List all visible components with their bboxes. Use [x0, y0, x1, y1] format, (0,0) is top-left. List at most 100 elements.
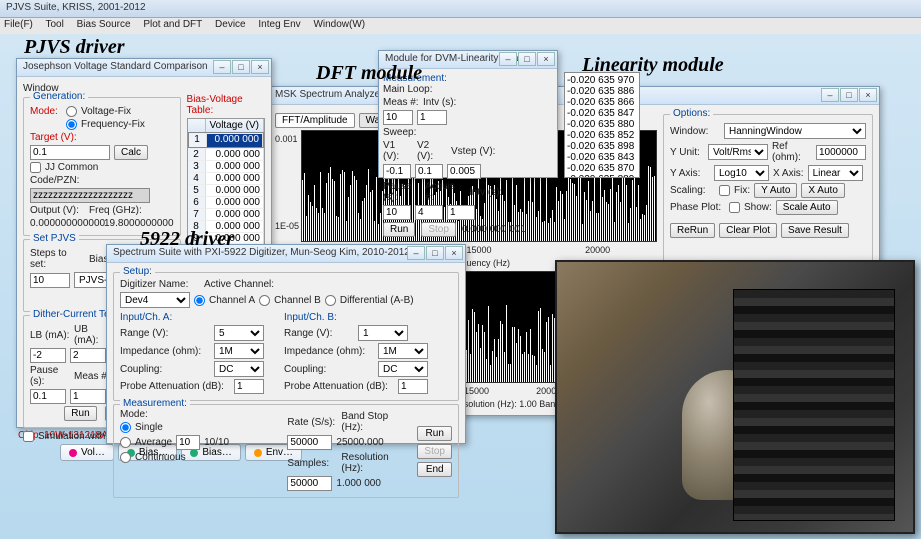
inp-ub[interactable]: [70, 348, 106, 363]
inp-probe-b[interactable]: [398, 379, 428, 394]
sel-range-b[interactable]: 1: [358, 325, 408, 341]
max-icon[interactable]: □: [232, 60, 250, 74]
max-icon[interactable]: □: [840, 88, 858, 102]
rad-voltfix[interactable]: [66, 106, 77, 117]
btn-clearplot[interactable]: Clear Plot: [719, 223, 777, 238]
lin-v1[interactable]: [383, 164, 411, 179]
min-icon[interactable]: –: [821, 88, 839, 102]
lin-run[interactable]: Run: [383, 222, 415, 237]
lbl-voltfix: Voltage-Fix: [81, 106, 131, 117]
btn-5922-run[interactable]: Run: [417, 426, 452, 441]
min-icon[interactable]: –: [499, 52, 517, 66]
lin-intv[interactable]: [417, 110, 447, 125]
rad-single[interactable]: [120, 422, 131, 433]
lin-value-list[interactable]: -0.020 635 970-0.020 635 886-0.020 635 8…: [564, 72, 640, 178]
menu-bias[interactable]: Bias Source: [77, 19, 131, 30]
menubar[interactable]: File(F) Tool Bias Source Plot and DFT De…: [0, 18, 921, 34]
menu-integ[interactable]: Integ Env: [258, 19, 300, 30]
bvt-row[interactable]: 50.000 000: [188, 184, 264, 196]
lin-stop[interactable]: Stop: [421, 222, 456, 237]
inp-target[interactable]: [30, 145, 110, 160]
btn-run[interactable]: Run: [64, 406, 96, 421]
bvt-row[interactable]: 80.000 000: [188, 220, 264, 232]
menu-window[interactable]: Window(W): [313, 19, 365, 30]
lbl-chb: Channel B: [274, 295, 321, 306]
inp-lb[interactable]: [30, 348, 66, 363]
sel-imp-b[interactable]: 1M: [378, 343, 428, 359]
inp-samples[interactable]: [287, 476, 332, 491]
rad-cha[interactable]: [194, 295, 205, 306]
sel-window[interactable]: HanningWindow: [724, 123, 866, 139]
sel-yaxis[interactable]: Log10: [714, 165, 769, 181]
lin-intv2[interactable]: [447, 205, 475, 220]
inp-steps[interactable]: [30, 273, 70, 288]
btn-calc[interactable]: Calc: [114, 145, 148, 160]
btn-rerun[interactable]: ReRun: [670, 223, 715, 238]
lin-pause[interactable]: [383, 205, 411, 220]
rad-avg[interactable]: [120, 437, 131, 448]
menu-device[interactable]: Device: [215, 19, 246, 30]
inp-rate[interactable]: [287, 435, 332, 450]
bvt-row[interactable]: 20.000 000: [188, 148, 264, 160]
bvt-row[interactable]: 90.000 000: [188, 232, 264, 244]
bvt-row[interactable]: 40.000 000: [188, 172, 264, 184]
bvt-row[interactable]: 30.000 000: [188, 160, 264, 172]
rad-chb[interactable]: [259, 295, 270, 306]
close-icon[interactable]: ×: [537, 52, 555, 66]
sel-range-a[interactable]: 5: [214, 325, 264, 341]
btn-xauto[interactable]: X Auto: [801, 183, 844, 198]
bvt-row[interactable]: 10.000 000: [188, 132, 264, 148]
sel-coup-a[interactable]: DC: [214, 361, 264, 377]
lin-list-item: -0.020 635 852: [567, 130, 637, 141]
lab-photo: [555, 260, 915, 534]
close-icon[interactable]: ×: [251, 60, 269, 74]
inp-ref[interactable]: [816, 145, 866, 160]
min-icon[interactable]: –: [213, 60, 231, 74]
inp-probe-a[interactable]: [234, 379, 264, 394]
btn-saveresult[interactable]: Save Result: [781, 223, 849, 238]
d5922-setup: Setup:: [120, 266, 155, 277]
sel-coup-b[interactable]: DC: [378, 361, 428, 377]
sel-yunit[interactable]: Volt/Rms: [708, 144, 768, 160]
sel-imp-a[interactable]: 1M: [214, 343, 264, 359]
rad-freqfix[interactable]: [66, 119, 77, 130]
max-icon[interactable]: □: [426, 246, 444, 260]
lin-measn[interactable]: [383, 110, 413, 125]
lin-titlebar[interactable]: Module for DVM-Linearity Evaluation –□×: [379, 51, 557, 69]
inp-avg-a[interactable]: [176, 435, 200, 450]
close-icon[interactable]: ×: [445, 246, 463, 260]
inp-code[interactable]: [30, 188, 150, 203]
lbl-fix: Fix:: [734, 185, 750, 196]
chk-sim[interactable]: [23, 431, 34, 442]
menu-tool[interactable]: Tool: [46, 19, 64, 30]
chk-jj[interactable]: [30, 162, 41, 173]
lbl-scaling: Scaling:: [670, 185, 715, 196]
chk-show[interactable]: [729, 202, 740, 213]
sel-dig[interactable]: Dev4: [120, 292, 190, 308]
inp-pause[interactable]: [30, 389, 66, 404]
sel-xaxis[interactable]: Linear: [808, 165, 863, 181]
lbl-xaxis: X Axis:: [773, 168, 804, 179]
inp-meas[interactable]: [70, 389, 106, 404]
min-icon[interactable]: –: [407, 246, 425, 260]
btn-yauto[interactable]: Y Auto: [754, 183, 797, 198]
rad-diff[interactable]: [325, 295, 336, 306]
chk-fix[interactable]: [719, 185, 730, 196]
lin-acq[interactable]: [415, 205, 443, 220]
menu-file[interactable]: File(F): [4, 19, 33, 30]
xtick: 15000: [464, 386, 489, 396]
btn-5922-end[interactable]: End: [417, 462, 452, 477]
lin-vstep[interactable]: [447, 164, 481, 179]
lin-v2[interactable]: [415, 164, 443, 179]
d5922-titlebar[interactable]: Spectrum Suite with PXI-5922 Digitizer, …: [107, 245, 465, 263]
bvt-row[interactable]: 70.000 000: [188, 208, 264, 220]
tab-fft[interactable]: FFT/Amplitude: [275, 113, 355, 128]
btn-scaleauto[interactable]: Scale Auto: [776, 200, 838, 215]
pjvs-titlebar[interactable]: Josephson Voltage Standard Comparison –□…: [17, 59, 271, 77]
close-icon[interactable]: ×: [859, 88, 877, 102]
rad-cont[interactable]: [120, 452, 131, 463]
menu-plot[interactable]: Plot and DFT: [143, 19, 202, 30]
bvt-row[interactable]: 60.000 000: [188, 196, 264, 208]
btn-5922-stop[interactable]: Stop: [417, 444, 452, 459]
max-icon[interactable]: □: [518, 52, 536, 66]
